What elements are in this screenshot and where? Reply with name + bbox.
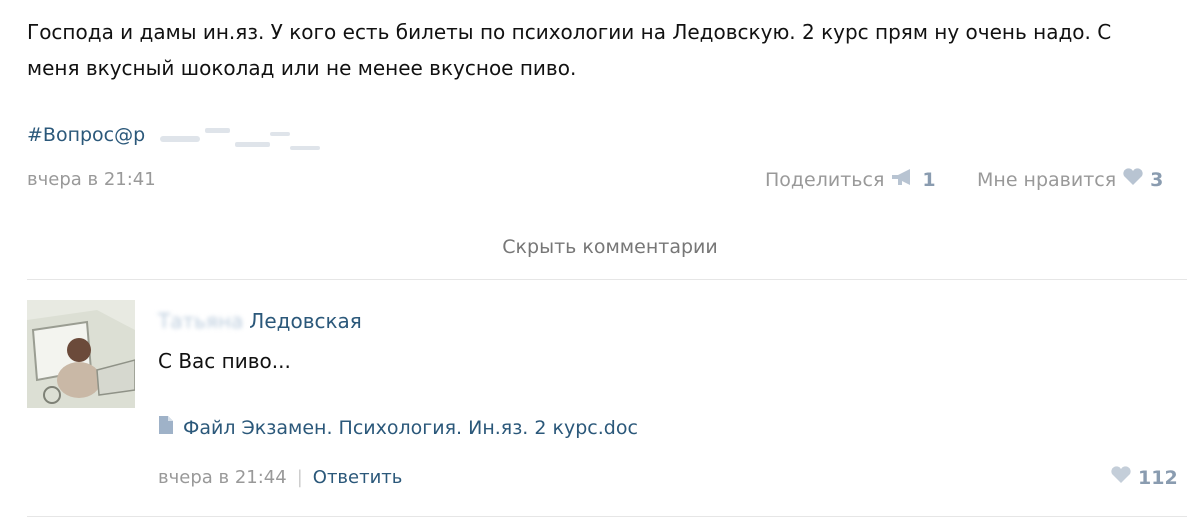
comment-like-count: 112: [1138, 466, 1178, 489]
author-first-name: Татьяна: [158, 309, 244, 333]
comment-author[interactable]: Татьяна Ледовская: [158, 309, 362, 333]
divider: [27, 279, 1187, 280]
avatar[interactable]: [27, 300, 135, 408]
divider: [27, 516, 1187, 517]
post-text-line-2: меня вкусный шоколад или не менее вкусно…: [27, 56, 577, 80]
like-button[interactable]: Мне нравится 3: [977, 168, 1163, 191]
post-date[interactable]: вчера в 21:41: [27, 169, 156, 190]
hide-comments-button[interactable]: Скрыть комментарии: [0, 236, 1200, 258]
meta-separator: |: [296, 467, 303, 488]
blurred-region: [160, 128, 320, 150]
comment-date[interactable]: вчера в 21:44: [158, 467, 287, 488]
post-text: Господа и дамы ин.яз. У кого есть билеты…: [27, 14, 1187, 86]
share-button[interactable]: Поделиться 1: [765, 168, 936, 191]
attachment-link[interactable]: Файл Экзамен. Психология. Ин.яз. 2 курс.…: [158, 415, 638, 440]
megaphone-icon: [890, 168, 916, 191]
like-count: 3: [1150, 168, 1164, 191]
hashtag-partial: р: [133, 124, 146, 146]
attachment-label: Файл Экзамен. Психология. Ин.яз. 2 курс.…: [183, 416, 638, 439]
hashtag[interactable]: #Вопрос@р: [27, 124, 145, 146]
author-last-name: Ледовская: [249, 309, 362, 333]
document-icon: [158, 415, 174, 440]
post-text-line-1: Господа и дамы ин.яз. У кого есть билеты…: [27, 20, 1112, 44]
heart-icon: [1110, 466, 1132, 489]
avatar-image: [27, 300, 135, 408]
like-label: Мне нравится: [977, 168, 1117, 191]
share-label: Поделиться: [765, 168, 885, 191]
comment-text: С Вас пиво...: [158, 349, 291, 373]
reply-button[interactable]: Ответить: [313, 467, 403, 488]
share-count: 1: [922, 168, 936, 191]
heart-icon: [1122, 168, 1144, 191]
comment-meta: вчера в 21:44 | Ответить: [158, 467, 402, 488]
hashtag-link[interactable]: #Вопрос@: [27, 124, 133, 146]
comment-like-button[interactable]: 112: [1110, 466, 1178, 489]
